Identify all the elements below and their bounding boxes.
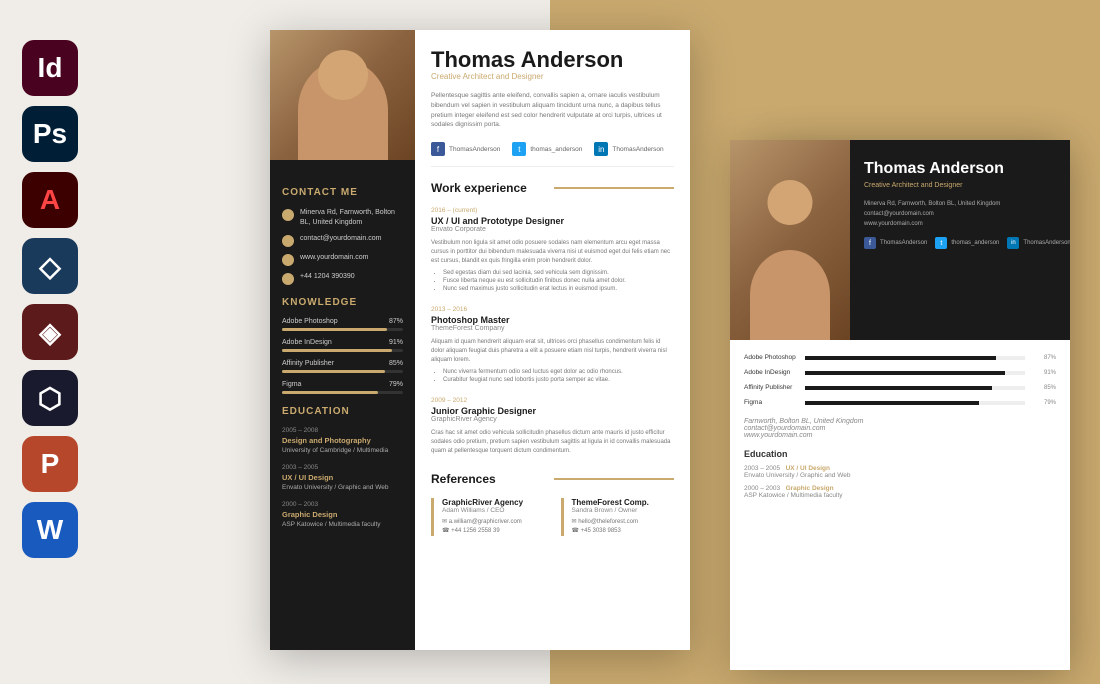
references-section: References GraphicRiver Agency Adam Will… bbox=[431, 472, 674, 536]
cv-back-person-photo bbox=[730, 140, 850, 340]
app-icons-panel: Id Ps A ◇ ◈ ⬡ P W bbox=[22, 40, 78, 558]
education-section-title: Education bbox=[282, 406, 403, 417]
indesign-icon[interactable]: Id bbox=[22, 40, 78, 96]
skill-photoshop: Adobe Photoshop 87% bbox=[282, 318, 403, 331]
cv-person-name: Thomas Anderson bbox=[431, 48, 674, 72]
phone-text: +44 1204 390390 bbox=[300, 272, 355, 282]
contact-phone: +44 1204 390390 bbox=[282, 272, 403, 285]
back-social-facebook: f ThomasAnderson bbox=[864, 237, 927, 249]
back-linkedin-icon: in bbox=[1007, 237, 1019, 249]
website-text: www.yourdomain.com bbox=[300, 253, 368, 263]
figma-icon[interactable]: ⬡ bbox=[22, 370, 78, 426]
back-edu-title: Education bbox=[744, 449, 1056, 459]
work-item-1: 2016 – (current) UX / UI and Prototype D… bbox=[431, 207, 674, 292]
contact-section-title: Contact me bbox=[282, 187, 403, 198]
contact-website: www.yourdomain.com bbox=[282, 253, 403, 266]
social-links: f ThomasAnderson t thomas_anderson in Th… bbox=[431, 142, 674, 167]
cv-sidebar: Contact me Minerva Rd, Farnworth, Bolton… bbox=[270, 30, 415, 650]
acrobat-icon[interactable]: A bbox=[22, 172, 78, 228]
references-title: References bbox=[431, 472, 674, 486]
work-experience-title: Work experience bbox=[431, 181, 674, 195]
cv-back-title: Creative Architect and Designer bbox=[864, 182, 1070, 189]
work-item-3: 2009 – 2012 Junior Graphic Designer Grap… bbox=[431, 397, 674, 456]
cv-main-content: Thomas Anderson Creative Architect and D… bbox=[415, 30, 690, 650]
cv-photo bbox=[270, 30, 415, 160]
cv-back-header: Thomas Anderson Creative Architect and D… bbox=[730, 140, 1070, 340]
cv-back-person-info: Thomas Anderson Creative Architect and D… bbox=[850, 140, 1070, 340]
back-contact-info: Farnworth, Bolton BL, United Kingdom con… bbox=[744, 418, 1056, 439]
cv-document-back: Thomas Anderson Creative Architect and D… bbox=[730, 140, 1070, 670]
affinity-designer-icon[interactable]: ◇ bbox=[22, 238, 78, 294]
cv-sidebar-content: Contact me Minerva Rd, Farnworth, Bolton… bbox=[270, 160, 415, 553]
edu-photography: 2005 – 2008 Design and Photography Unive… bbox=[282, 427, 403, 454]
knowledge-section-title: Knowledge bbox=[282, 297, 403, 308]
work-item-2: 2013 – 2016 Photoshop Master ThemeForest… bbox=[431, 306, 674, 383]
contact-email: contact@yourdomain.com bbox=[282, 234, 403, 247]
cv-back-skills: Adobe Photoshop 87% Adobe InDesign 91% A… bbox=[730, 340, 1070, 513]
social-twitter: t thomas_anderson bbox=[512, 142, 582, 156]
social-facebook: f ThomasAnderson bbox=[431, 142, 500, 156]
cv-bio-text: Pellentesque sagittis ante eleifend, con… bbox=[431, 91, 674, 130]
photoshop-icon[interactable]: Ps bbox=[22, 106, 78, 162]
person-image bbox=[270, 30, 415, 160]
back-social-twitter: t thomas_anderson bbox=[935, 237, 999, 249]
powerpoint-icon[interactable]: P bbox=[22, 436, 78, 492]
cv-back-social: f ThomasAnderson t thomas_anderson in Th… bbox=[864, 237, 1070, 249]
affinity-photo-icon[interactable]: ◈ bbox=[22, 304, 78, 360]
reference-1: GraphicRiver Agency Adam Williams / CEO … bbox=[431, 498, 545, 536]
edu-graphic: 2000 – 2003 Graphic Design ASP Katowice … bbox=[282, 501, 403, 528]
address-text: Minerva Rd, Farnworth, Bolton BL, United… bbox=[300, 208, 403, 228]
back-social-linkedin: in ThomasAnderson bbox=[1007, 237, 1070, 249]
cv-back-name: Thomas Anderson bbox=[864, 160, 1070, 178]
references-grid: GraphicRiver Agency Adam Williams / CEO … bbox=[431, 498, 674, 536]
skill-affinity: Affinity Publisher 85% bbox=[282, 360, 403, 373]
skill-indesign: Adobe InDesign 91% bbox=[282, 339, 403, 352]
twitter-icon: t bbox=[512, 142, 526, 156]
address-icon bbox=[282, 209, 294, 221]
website-icon bbox=[282, 254, 294, 266]
linkedin-icon: in bbox=[594, 142, 608, 156]
email-text: contact@yourdomain.com bbox=[300, 234, 381, 244]
social-linkedin: in ThomasAnderson bbox=[594, 142, 663, 156]
phone-icon bbox=[282, 273, 294, 285]
word-icon[interactable]: W bbox=[22, 502, 78, 558]
email-icon bbox=[282, 235, 294, 247]
back-facebook-icon: f bbox=[864, 237, 876, 249]
edu-ux: 2003 – 2005 UX / UI Design Envato Univer… bbox=[282, 464, 403, 491]
contact-address: Minerva Rd, Farnworth, Bolton BL, United… bbox=[282, 208, 403, 228]
skill-figma: Figma 79% bbox=[282, 381, 403, 394]
cv-person-title: Creative Architect and Designer bbox=[431, 72, 674, 81]
cv-document-main: Contact me Minerva Rd, Farnworth, Bolton… bbox=[270, 30, 690, 650]
reference-2: ThemeForest Comp. Sandra Brown / Owner ✉… bbox=[561, 498, 675, 536]
back-edu-1: 2003 – 2005 UX / UI DesignEnvato Univers… bbox=[744, 465, 1056, 479]
facebook-icon: f bbox=[431, 142, 445, 156]
back-edu-2: 2000 – 2003 Graphic DesignASP Katowice /… bbox=[744, 485, 1056, 499]
back-twitter-icon: t bbox=[935, 237, 947, 249]
